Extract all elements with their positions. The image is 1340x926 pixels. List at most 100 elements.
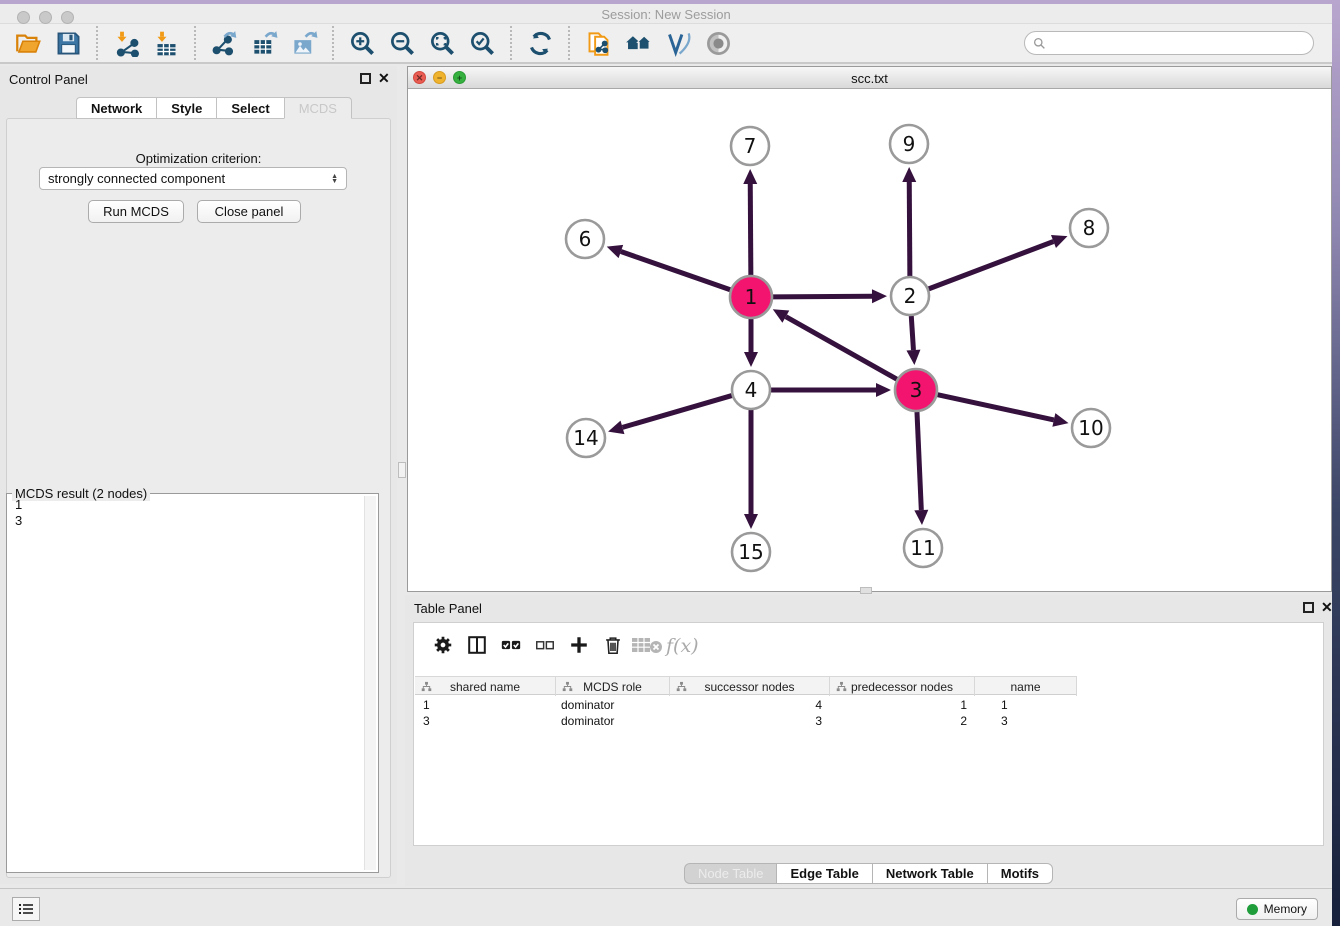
task-history-button[interactable] (12, 897, 40, 921)
zoom-in-button[interactable] (342, 26, 382, 60)
network-titlebar[interactable]: ✕ − + scc.txt (408, 67, 1331, 89)
arrowhead-4-3 (876, 383, 891, 397)
close-panel-button[interactable]: Close panel (197, 200, 301, 223)
edge-1-6[interactable] (621, 252, 730, 290)
import-table-button[interactable] (146, 26, 186, 60)
tab-select[interactable]: Select (216, 97, 283, 119)
export-table-button[interactable] (244, 26, 284, 60)
table-cell[interactable]: 3 (975, 713, 1077, 729)
column-label: MCDS role (583, 680, 642, 694)
table-panel: Table Panel ✕ f(x) shared nameMCDS roles… (405, 595, 1332, 886)
add-column-button[interactable] (562, 629, 596, 661)
column-header-name[interactable]: name (975, 677, 1077, 696)
arrowhead-1-2 (872, 289, 887, 303)
memory-status-icon (1247, 904, 1258, 915)
home-layout-button[interactable] (618, 26, 658, 60)
search-input[interactable] (1046, 33, 1313, 53)
tab-style[interactable]: Style (156, 97, 216, 119)
vizmapper-button[interactable] (658, 26, 698, 60)
import-network-button[interactable] (106, 26, 146, 60)
arrowhead-1-4 (744, 352, 758, 367)
column-label: shared name (450, 680, 520, 694)
table-cell[interactable]: 3 (670, 713, 830, 729)
vertical-splitter-handle[interactable] (398, 462, 406, 478)
edge-3-10[interactable] (937, 395, 1053, 420)
column-header-predecessor-nodes[interactable]: predecessor nodes (830, 677, 975, 696)
search-icon (1033, 37, 1046, 50)
close-panel-icon[interactable]: ✕ (378, 70, 390, 86)
edge-2-3[interactable] (911, 316, 913, 350)
clone-network-button[interactable] (578, 26, 618, 60)
column-header-MCDS-role[interactable]: MCDS role (556, 677, 670, 696)
edge-1-2[interactable] (773, 296, 872, 297)
table-cell[interactable]: dominator (556, 697, 670, 713)
delete-column-button[interactable] (596, 629, 630, 661)
deselect-all-button[interactable] (528, 629, 562, 661)
run-mcds-button[interactable]: Run MCDS (88, 200, 184, 223)
column-header-successor-nodes[interactable]: successor nodes (670, 677, 830, 696)
gear-button[interactable] (426, 629, 460, 661)
save-session-icon (55, 30, 82, 57)
table-cell[interactable]: dominator (556, 713, 670, 729)
home-layout-icon (625, 30, 652, 57)
table-cell[interactable]: 1 (830, 697, 975, 713)
edge-4-14[interactable] (622, 396, 731, 428)
optimization-dropdown[interactable]: strongly connected component ▲▼ (39, 167, 347, 190)
import-network-icon (113, 30, 140, 57)
column-label: predecessor nodes (851, 680, 953, 694)
memory-button[interactable]: Memory (1236, 898, 1318, 920)
search-input-wrap[interactable] (1024, 31, 1314, 55)
eye-button[interactable] (698, 26, 738, 60)
horizontal-splitter-handle[interactable] (860, 587, 872, 594)
graph-node-label-11: 11 (910, 536, 935, 560)
svg-text:f(x): f(x) (664, 635, 698, 657)
tab-mcds[interactable]: MCDS (284, 97, 352, 119)
edge-3-11[interactable] (917, 412, 921, 510)
control-panel: Control Panel ✕ NetworkStyleSelectMCDS O… (0, 66, 397, 884)
network-graph-canvas[interactable]: 7968124314101511 (408, 89, 1331, 591)
tree-icon (676, 681, 687, 692)
edge-2-8[interactable] (929, 241, 1054, 288)
save-session-button[interactable] (48, 26, 88, 60)
network-view-window: ✕ − + scc.txt 7968124314101511 (407, 66, 1332, 592)
table-cell[interactable]: 2 (830, 713, 975, 729)
zoom-selected-button[interactable] (462, 26, 502, 60)
tab-edge-table[interactable]: Edge Table (776, 863, 871, 884)
tab-motifs[interactable]: Motifs (987, 863, 1053, 884)
table-cell[interactable]: 1 (415, 697, 556, 713)
table-cell[interactable]: 1 (975, 697, 1077, 713)
edge-3-1[interactable] (786, 317, 897, 380)
table-cell[interactable]: 4 (670, 697, 830, 713)
export-image-button[interactable] (284, 26, 324, 60)
table-cell[interactable]: 3 (415, 713, 556, 729)
tab-node-table[interactable]: Node Table (684, 863, 777, 884)
columns-button[interactable] (460, 629, 494, 661)
select-all-button[interactable] (494, 629, 528, 661)
edge-2-9[interactable] (909, 182, 910, 276)
select-all-icon (500, 634, 522, 656)
zoom-out-button[interactable] (382, 26, 422, 60)
tab-network-table[interactable]: Network Table (872, 863, 987, 884)
float-panel-icon[interactable] (360, 73, 371, 84)
refresh-layout-button[interactable] (520, 26, 560, 60)
export-network-button[interactable] (204, 26, 244, 60)
edge-1-7[interactable] (750, 184, 751, 275)
export-table-icon (251, 30, 278, 57)
result-scrollbar[interactable] (364, 496, 376, 870)
zoom-fit-button[interactable] (422, 26, 462, 60)
float-table-panel-icon[interactable] (1303, 602, 1314, 613)
close-table-panel-icon[interactable]: ✕ (1321, 599, 1333, 615)
column-header-shared-name[interactable]: shared name (415, 677, 556, 696)
deselect-all-icon (534, 634, 556, 656)
function-builder-button[interactable]: f(x) (664, 629, 698, 661)
mcds-result-text[interactable]: 13 (9, 497, 363, 870)
open-file-button[interactable] (8, 26, 48, 60)
delete-table-button[interactable] (630, 629, 664, 661)
graph-node-label-9: 9 (903, 132, 916, 156)
tab-network[interactable]: Network (76, 97, 156, 119)
desktop-strip-right (1332, 0, 1340, 926)
table-row[interactable]: 1dominator411 (415, 697, 1077, 713)
table-row[interactable]: 3dominator323 (415, 713, 1077, 729)
graph-node-label-2: 2 (904, 284, 917, 308)
export-network-icon (211, 30, 238, 57)
